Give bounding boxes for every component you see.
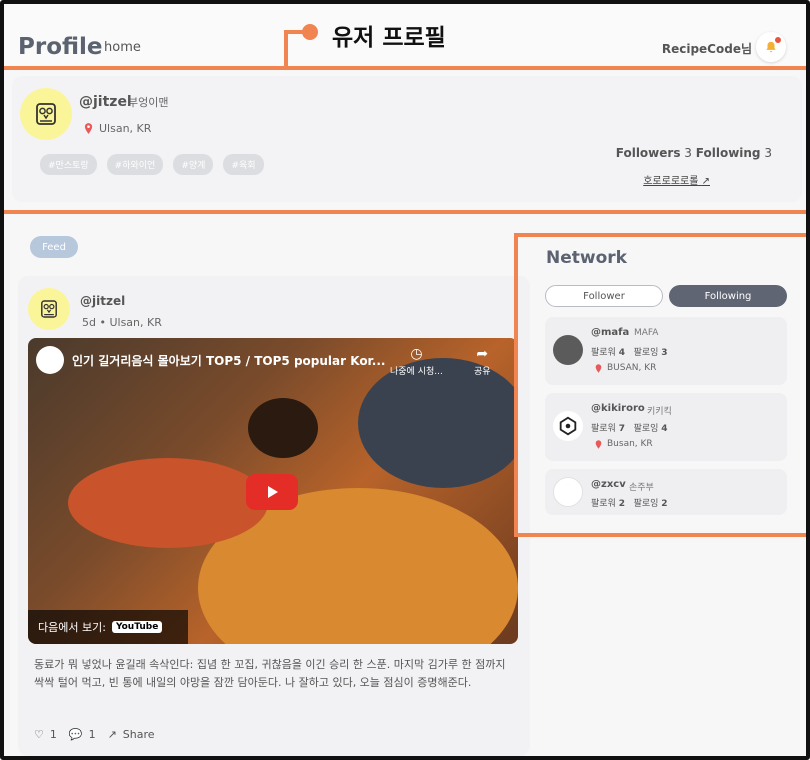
watch-on-youtube-bar[interactable]: 다음에서 보기: YouTube	[28, 610, 188, 644]
post-body-text: 동료가 뭐 넣었나 윤길래 속삭인다: 집념 한 꼬집, 귀찮음을 이긴 승리 …	[34, 658, 506, 689]
watch-later-label: 나중에 시청...	[390, 367, 443, 377]
post-actions: ♡ 1 💬 1 ↗ Share	[34, 728, 155, 741]
comment-icon[interactable]: 💬	[69, 728, 83, 741]
notification-button[interactable]	[756, 32, 786, 62]
youtube-logo-icon: YouTube	[111, 621, 163, 633]
feed-post: @jitzel 5d • Ulsan, KR 인기 길거리음식 몰아보기 TOP…	[18, 276, 530, 756]
share-video-button[interactable]: ➦ 공유	[474, 346, 491, 377]
heart-icon[interactable]: ♡	[34, 728, 44, 741]
post-meta: 5d • Ulsan, KR	[82, 316, 162, 329]
like-count: 1	[49, 728, 57, 741]
brand-title[interactable]: Profile	[18, 34, 103, 60]
play-button[interactable]	[246, 474, 298, 510]
watch-on-label: 다음에서 보기:	[38, 621, 106, 634]
share-arrow-icon: ➦	[476, 346, 489, 362]
profile-callout-label: 유저 프로필	[332, 25, 446, 51]
comment-count: 1	[88, 728, 96, 741]
app-window: Profile home RecipeCode님 @jitzel 부엉이맨 Ul…	[0, 0, 810, 760]
clock-icon: ◷	[410, 346, 423, 362]
current-user-name[interactable]: RecipeCode님	[662, 40, 752, 57]
share-icon[interactable]: ↗	[108, 728, 117, 741]
owl-icon	[41, 300, 57, 318]
callout-marker	[302, 24, 318, 40]
post-author-handle[interactable]: @jitzel	[80, 294, 125, 308]
play-icon	[268, 486, 278, 498]
profile-highlight-box	[4, 66, 806, 214]
share-button[interactable]: Share	[123, 728, 155, 741]
share-video-label: 공유	[474, 367, 491, 377]
notification-badge	[775, 37, 781, 43]
callout-connector	[284, 30, 288, 68]
nav-home-link[interactable]: home	[104, 40, 141, 55]
channel-avatar[interactable]	[36, 346, 64, 374]
network-highlight-box	[514, 233, 806, 537]
post-author-avatar[interactable]	[28, 288, 70, 330]
feed-tab[interactable]: Feed	[30, 236, 78, 258]
youtube-video-embed[interactable]: 인기 길거리음식 몰아보기 TOP5 / TOP5 popular Kor...…	[28, 338, 518, 644]
watch-later-button[interactable]: ◷ 나중에 시청...	[390, 346, 443, 377]
video-title[interactable]: 인기 길거리음식 몰아보기 TOP5 / TOP5 popular Kor...	[72, 352, 385, 369]
